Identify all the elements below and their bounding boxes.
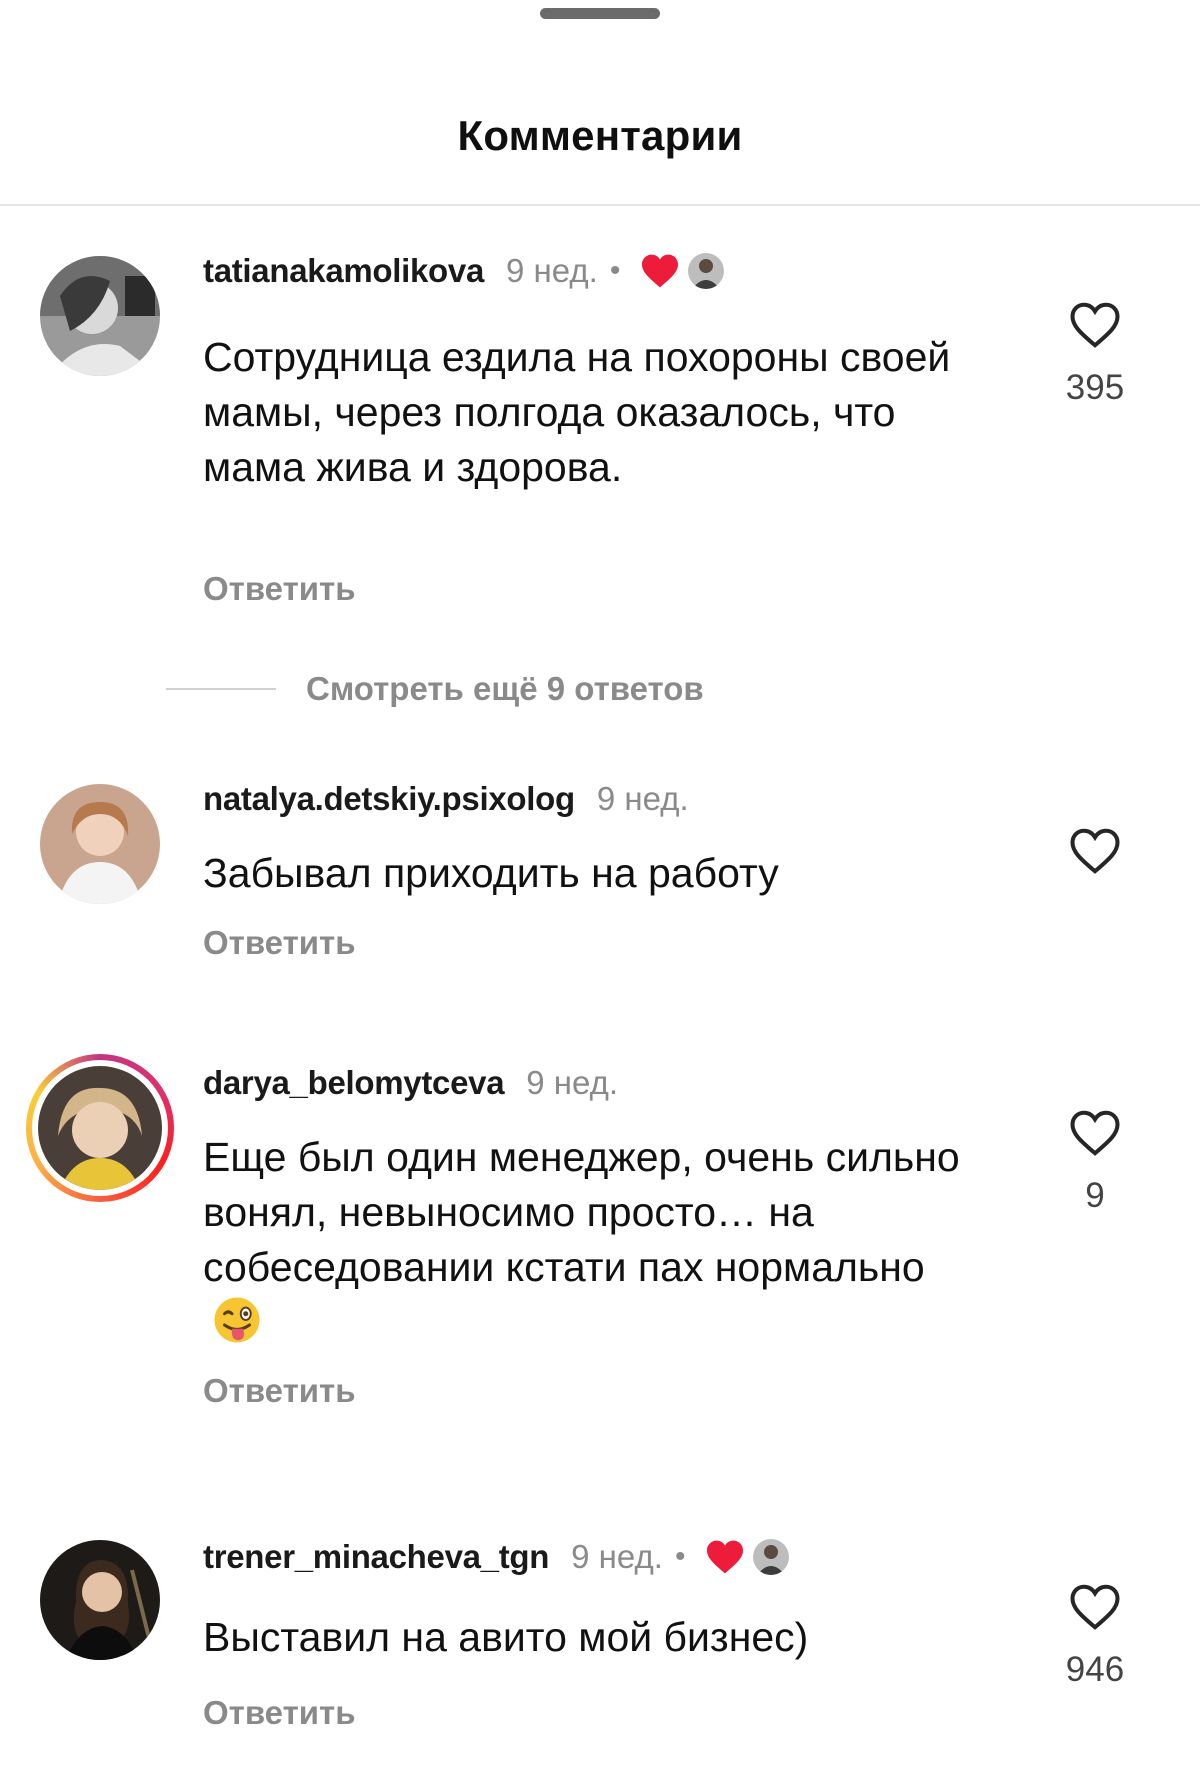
comment-like: 946 (1040, 1582, 1150, 1690)
heart-outline-icon[interactable] (1068, 1582, 1122, 1632)
replies-divider-line (166, 688, 276, 690)
comment-meta: natalya.detskiy.psixolog 9 нед. (203, 780, 689, 818)
timestamp: 9 нед. (571, 1538, 663, 1575)
avatar-photo (40, 256, 160, 376)
avatar[interactable] (40, 256, 160, 376)
heart-outline-icon[interactable] (1068, 1108, 1122, 1158)
username[interactable]: trener_minacheva_tgn (203, 1538, 549, 1576)
comments-sheet: Комментарии tatianakamolikova 9 нед. • С… (0, 0, 1200, 1766)
timestamp: 9 нед. (526, 1064, 619, 1101)
timestamp: 9 нед. (596, 780, 689, 817)
author-avatar-mini (688, 253, 725, 289)
avatar-photo (40, 1540, 160, 1660)
view-more-replies-label[interactable]: Смотреть ещё 9 ответов (306, 670, 704, 708)
drag-handle[interactable] (540, 8, 660, 19)
username[interactable]: tatianakamolikova (203, 252, 484, 290)
sheet-title: Комментарии (457, 112, 743, 159)
separator-dot: • (609, 254, 621, 287)
separator-dot: • (674, 1540, 686, 1573)
reply-button[interactable]: Ответить (203, 1694, 356, 1732)
avatar-with-story-ring[interactable] (26, 1054, 174, 1202)
username[interactable]: natalya.detskiy.psixolog (203, 780, 575, 818)
comment-like (1040, 826, 1150, 894)
comment-text: Забывал приходить на работу (203, 850, 779, 896)
header-divider (0, 204, 1200, 206)
author-avatar-mini (753, 1539, 790, 1575)
avatar[interactable] (40, 784, 160, 904)
like-count: 946 (1065, 1650, 1125, 1689)
author-liked-heart-icon (642, 254, 679, 288)
comment-text: Выставил на авито мой бизнес) (203, 1614, 809, 1660)
reply-button[interactable]: Ответить (203, 570, 356, 608)
story-ring-gap (32, 1060, 168, 1196)
comment-text: Еще был один менеджер, очень сильно воня… (203, 1130, 993, 1351)
like-count: 395 (1065, 368, 1125, 407)
reply-button[interactable]: Ответить (203, 924, 356, 962)
avatar-photo (40, 784, 160, 904)
like-count: 9 (1085, 1176, 1105, 1215)
comment-meta: tatianakamolikova 9 нед. • (203, 252, 725, 290)
comment-text-content: Еще был один менеджер, очень сильно воня… (203, 1134, 960, 1290)
heart-outline-icon[interactable] (1068, 300, 1122, 350)
comment-meta: darya_belomytceva 9 нед. (203, 1064, 618, 1102)
comment-like: 9 (1040, 1108, 1150, 1216)
heart-outline-icon[interactable] (1068, 826, 1122, 876)
reply-button[interactable]: Ответить (203, 1372, 356, 1410)
avatar[interactable] (40, 1540, 160, 1660)
view-more-replies[interactable]: Смотреть ещё 9 ответов (166, 670, 704, 708)
comment-meta: trener_minacheva_tgn 9 нед. • (203, 1538, 790, 1576)
comment-like: 395 (1040, 300, 1150, 408)
comment-text: Сотрудница ездила на похороны своей мамы… (203, 334, 951, 490)
username[interactable]: darya_belomytceva (203, 1064, 505, 1102)
winking-tongue-face-icon (214, 1297, 260, 1343)
author-liked-heart-icon (707, 1540, 744, 1574)
avatar-photo (38, 1066, 162, 1190)
timestamp: 9 нед. (506, 252, 598, 289)
